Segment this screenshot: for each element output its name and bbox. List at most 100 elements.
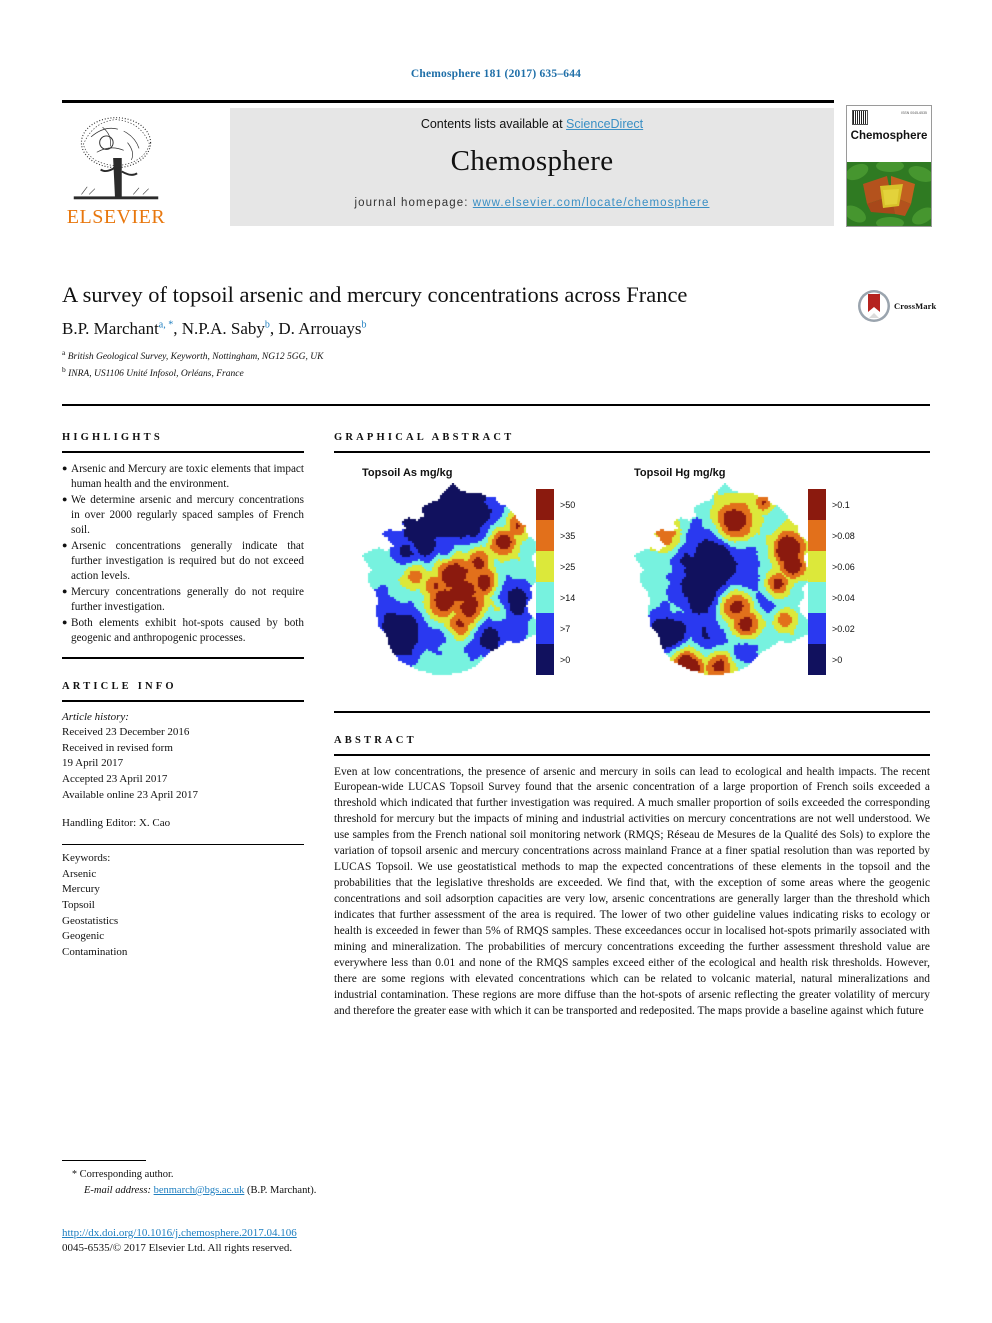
- colorbar-tick-label: >0: [832, 654, 843, 665]
- title-bottom-rule: [62, 404, 930, 406]
- colorbar-tick-label: >14: [560, 592, 576, 603]
- handling-editor: Handling Editor: X. Cao: [62, 817, 171, 830]
- running-head: Chemosphere 181 (2017) 635–644: [410, 68, 582, 80]
- contents-line: Contents lists available at ScienceDirec…: [421, 117, 643, 131]
- sciencedirect-link[interactable]: ScienceDirect: [566, 117, 643, 131]
- affiliations: a British Geological Survey, Keyworth, N…: [62, 348, 930, 382]
- keywords-block: Keywords: Arsenic Mercury Topsoil Geosta…: [62, 851, 304, 960]
- elsevier-wordmark: ELSEVIER: [66, 206, 166, 228]
- colorbar-segment: [808, 489, 826, 520]
- colorbar-tick-label: >0: [560, 654, 571, 665]
- keyword-item: Topsoil: [62, 899, 95, 912]
- bullet-icon: ●: [62, 494, 68, 504]
- email-label: E-mail address:: [84, 1184, 151, 1196]
- journal-homepage-line: journal homepage: www.elsevier.com/locat…: [355, 197, 710, 209]
- colorbar-tick-label: >50: [560, 499, 576, 510]
- keyword-item: Geogenic: [62, 930, 105, 943]
- highlights-heading: HIGHLIGHTS: [62, 432, 163, 443]
- crossmark-badge[interactable]: CrossMark: [857, 286, 937, 326]
- abstract-heading: ABSTRACT: [334, 734, 417, 746]
- list-item: ● Arsenic and Mercury are toxic elements…: [62, 462, 304, 492]
- cover-artwork-svg: [847, 162, 931, 226]
- keywords-label: Keywords:: [62, 852, 111, 865]
- graphical-abstract-rule: [334, 451, 930, 453]
- cover-artwork: [847, 162, 931, 226]
- highlights-rule: [62, 451, 304, 453]
- asterisk-icon: *: [72, 1169, 77, 1181]
- colorbar-tick-label: >0.1: [832, 499, 850, 510]
- journal-masthead: ELSEVIER Contents lists available at Sci…: [62, 100, 932, 232]
- colorbar-tick-label: >0.08: [832, 530, 855, 541]
- article-history-label: Article history:: [62, 710, 129, 723]
- right-column: GRAPHICAL ABSTRACT Topsoil As mg/kg >50 >…: [334, 432, 930, 1020]
- crossmark-icon: [857, 289, 891, 323]
- highlights-bottom-rule: [62, 657, 304, 659]
- graphical-abstract-figure: Topsoil As mg/kg >50 >35 >25 >14 >7 >0 Topsoi…: [334, 463, 930, 703]
- cover-title: Chemosphere: [850, 130, 928, 142]
- left-column: HIGHLIGHTS ● Arsenic and Mercury are tox…: [62, 432, 304, 961]
- highlight-text: Both elements exhibit hot-spots caused b…: [71, 617, 304, 644]
- affiliation-b-mark: b: [62, 365, 66, 375]
- map-panel-as: Topsoil As mg/kg: [362, 467, 542, 679]
- france-heatmap-as: [362, 483, 542, 679]
- affiliation-a-text: British Geological Survey, Keyworth, Not…: [67, 352, 324, 363]
- copyright-line: 0045-6535/© 2017 Elsevier Ltd. All right…: [62, 1242, 293, 1255]
- highlight-text: Arsenic concentrations generally indicat…: [71, 540, 304, 582]
- page-title: A survey of topsoil arsenic and mercury …: [62, 282, 688, 307]
- colorbar-tick-label: >25: [560, 561, 576, 572]
- journal-article-page: Chemosphere 181 (2017) 635–644 ELSEVIER …: [0, 0, 992, 1323]
- crossmark-label: CrossMark: [894, 301, 937, 311]
- author-1-marks: a, *: [158, 319, 174, 331]
- page-footer: http://dx.doi.org/10.1016/j.chemosphere.…: [62, 1223, 562, 1257]
- colorbar-tick-label: >0.04: [832, 592, 855, 603]
- corresponding-author-line: * Corresponding author.: [62, 1167, 482, 1183]
- colorbar-segment: [536, 644, 554, 675]
- abstract-rule: [334, 753, 930, 756]
- highlight-text: Arsenic and Mercury are toxic elements t…: [71, 463, 304, 490]
- crossmark-icon-svg: [858, 290, 890, 322]
- colorbar-hg-labels: >0.1 >0.08 >0.06 >0.04 >0.02 >0: [832, 489, 855, 675]
- journal-name: Chemosphere: [450, 145, 614, 177]
- homepage-prefix: journal homepage:: [354, 197, 473, 209]
- author-1-name: B.P. Marchant: [62, 318, 159, 338]
- elsevier-tree-icon: [73, 117, 159, 200]
- highlight-text: Mercury concentrations generally do not …: [71, 586, 304, 613]
- highlight-text: We determine arsenic and mercury concent…: [71, 494, 304, 536]
- history-line: Received in revised form: [62, 741, 173, 754]
- email-link[interactable]: benmarch@bgs.ac.uk: [154, 1185, 245, 1196]
- history-line: Received 23 December 2016: [62, 726, 190, 739]
- history-line: Available online 23 April 2017: [62, 788, 199, 801]
- doi-link[interactable]: http://dx.doi.org/10.1016/j.chemosphere.…: [62, 1227, 297, 1239]
- author-list: B.P. Marchanta, *, N.P.A. Sabyb, D. Arro…: [62, 318, 367, 338]
- affiliation-b-text: INRA, US1106 Unité Infosol, Orléans, Fra…: [68, 369, 244, 380]
- article-history: Article history: Received 23 December 20…: [62, 710, 304, 832]
- elsevier-logo: ELSEVIER: [62, 105, 170, 227]
- colorbar-segment: [808, 551, 826, 582]
- author-3-marks: b: [361, 319, 367, 331]
- corresponding-author-text: Corresponding author.: [79, 1169, 174, 1181]
- colorbar-tick-label: >35: [560, 530, 576, 541]
- colorbar-segment: [808, 520, 826, 551]
- history-line: 19 April 2017: [62, 757, 124, 770]
- graphical-abstract-bottom-rule: [334, 711, 930, 713]
- graphical-abstract-heading: GRAPHICAL ABSTRACT: [334, 432, 515, 443]
- keywords-top-rule: [62, 843, 304, 846]
- author-3-name: D. Arrouays: [278, 318, 362, 338]
- bullet-icon: ●: [62, 540, 68, 550]
- masthead-top-rule: [62, 100, 834, 103]
- list-item: ● We determine arsenic and mercury conce…: [62, 493, 304, 538]
- journal-cover-thumbnail[interactable]: ISSN 0045-6535 Chemosphere: [846, 105, 932, 227]
- barcode-icon: [852, 110, 868, 125]
- keyword-item: Geostatistics: [62, 914, 119, 927]
- keyword-item: Arsenic: [62, 867, 97, 880]
- highlights-list: ● Arsenic and Mercury are toxic elements…: [62, 462, 304, 646]
- map-title-hg: Topsoil Hg mg/kg: [634, 467, 726, 479]
- colorbar-tick-label: >7: [560, 623, 571, 634]
- colorbar-segment: [808, 613, 826, 644]
- article-info-rule: [62, 699, 304, 702]
- author-2-name: N.P.A. Saby: [181, 318, 265, 338]
- colorbar-tick-label: >0.02: [832, 623, 855, 634]
- colorbar-hg-swatches: [808, 489, 826, 675]
- journal-homepage-link[interactable]: www.elsevier.com/locate/chemosphere: [473, 197, 710, 209]
- keyword-item: Contamination: [62, 945, 128, 958]
